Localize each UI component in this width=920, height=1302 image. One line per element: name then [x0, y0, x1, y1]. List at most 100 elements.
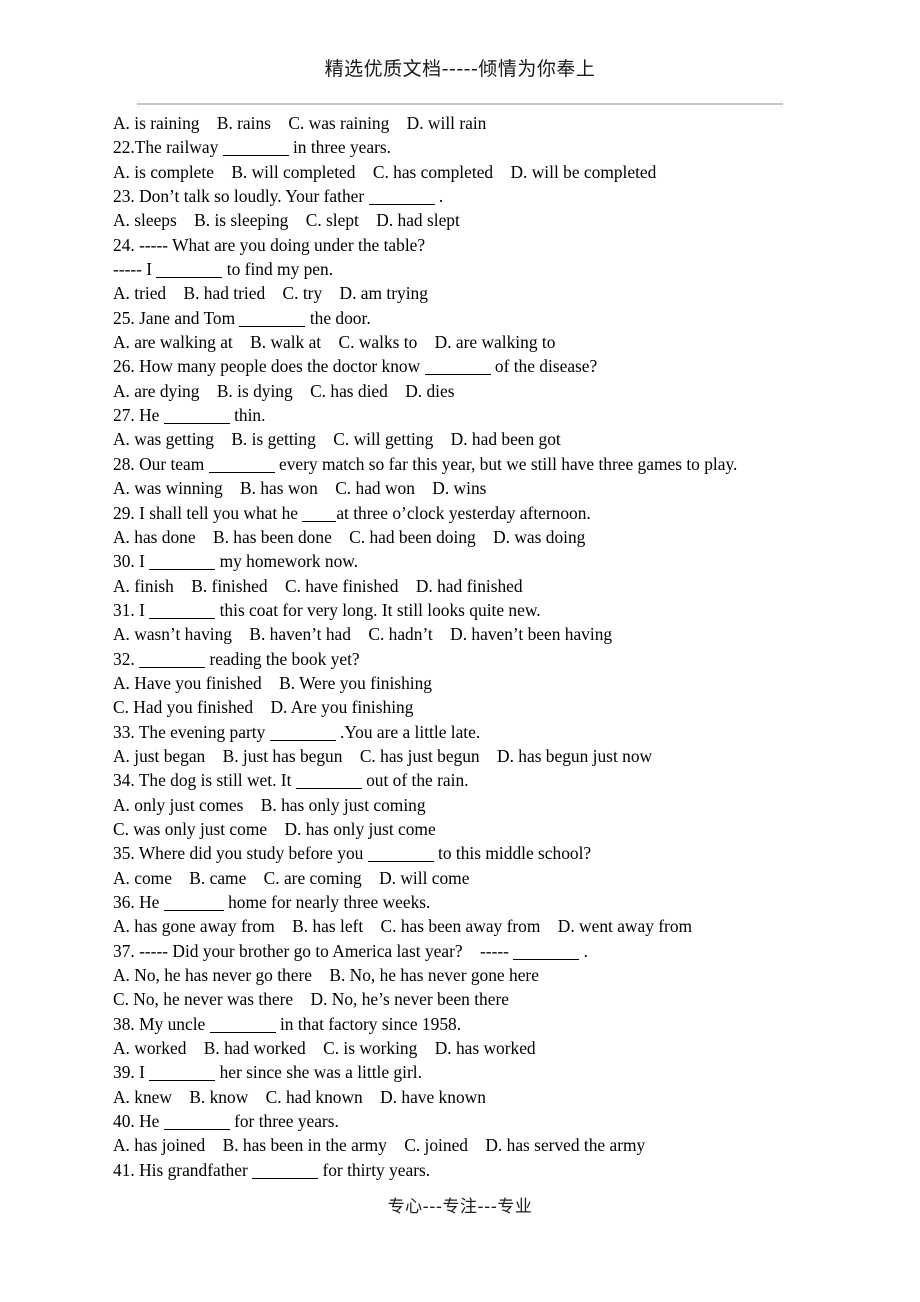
header-title: 精选优质文档-----倾情为你奉上 — [324, 58, 596, 80]
question-line: 27. He thin. — [113, 403, 903, 427]
line-text-post: her since she was a little girl. — [215, 1062, 422, 1083]
line-text-pre: A. Have you finished B. Were you finishi… — [113, 672, 432, 693]
option-line: A. are dying B. is dying C. has died D. … — [113, 379, 903, 403]
answer-blank[interactable] — [239, 325, 306, 327]
answer-blank[interactable] — [295, 788, 362, 790]
line-text-post: to find my pen. — [222, 259, 334, 280]
question-line: 29. I shall tell you what he at three o’… — [113, 501, 903, 525]
line-text-post: thin. — [229, 405, 266, 426]
answer-blank[interactable] — [209, 1031, 276, 1033]
line-text-pre: 25. Jane and Tom — [113, 307, 240, 328]
line-text-pre: A. sleeps B. is sleeping C. slept D. had… — [113, 210, 460, 231]
answer-blank[interactable] — [149, 569, 216, 571]
answer-blank[interactable] — [222, 155, 289, 157]
line-text-pre: ----- I — [113, 259, 157, 280]
line-text-pre: 28. Our team — [113, 453, 209, 474]
option-line: A. No, he has never go there B. No, he h… — [113, 963, 903, 987]
line-text-pre: A. only just comes B. has only just comi… — [113, 794, 426, 815]
question-line: 38. My uncle in that factory since 1958. — [113, 1012, 903, 1036]
line-text-post: home for nearly three weeks. — [223, 892, 431, 912]
line-text-pre: 32. — [113, 648, 140, 669]
question-line: 39. I her since she was a little girl. — [113, 1060, 903, 1084]
line-text-post: the door. — [305, 307, 371, 328]
answer-blank[interactable] — [163, 1129, 230, 1131]
line-text-pre: 35. Where did you study before you — [113, 843, 368, 864]
line-text-pre: 30. I — [113, 551, 150, 572]
option-line: A. has joined B. has been in the army C.… — [113, 1133, 903, 1157]
answer-blank[interactable] — [513, 958, 580, 960]
answer-blank[interactable] — [163, 910, 224, 911]
line-text-pre: A. knew B. know C. had known D. have kno… — [113, 1086, 486, 1107]
answer-blank[interactable] — [302, 520, 337, 522]
line-text-post: .You are a little late. — [335, 721, 481, 742]
line-text-pre: C. Had you finished D. Are you finishing — [113, 697, 414, 718]
question-line: ----- I to find my pen. — [113, 257, 903, 281]
line-text-pre: A. tried B. had tried C. try D. am tryin… — [113, 283, 428, 304]
option-line: A. has done B. has been done C. had been… — [113, 525, 903, 549]
question-line: 31. I this coat for very long. It still … — [113, 598, 903, 622]
answer-blank[interactable] — [368, 204, 435, 206]
line-text-pre: A. are walking at B. walk at C. walks to… — [113, 332, 556, 353]
line-text-pre: 38. My uncle — [113, 1013, 210, 1034]
line-text-pre: A. was winning B. has won C. had won D. … — [113, 478, 487, 499]
question-line: 26. How many people does the doctor know… — [113, 354, 903, 378]
line-text-pre: A. finish B. finished C. have finished D… — [113, 575, 523, 596]
line-text-pre: 39. I — [113, 1062, 150, 1083]
line-text-post: in three years. — [288, 137, 391, 158]
answer-blank[interactable] — [139, 666, 206, 668]
answer-blank[interactable] — [163, 423, 230, 425]
line-text-pre: A. No, he has never go there B. No, he h… — [113, 965, 539, 986]
line-text-pre: 41. His grandfather — [113, 1159, 253, 1180]
option-line: A. tried B. had tried C. try D. am tryin… — [113, 281, 903, 305]
document-body: A. is raining B. rains C. was raining D.… — [113, 111, 903, 1182]
line-text-pre: A. wasn’t having B. haven’t had C. hadn’… — [113, 624, 613, 645]
line-text-pre: A. has gone away from B. has left C. has… — [113, 916, 693, 937]
line-text-post: for three years. — [229, 1111, 339, 1132]
line-text-pre: 34. The dog is still wet. It — [113, 770, 296, 791]
line-text-pre: 29. I shall tell you what he — [113, 502, 303, 523]
line-text-pre: A. has done B. has been done C. had been… — [113, 526, 586, 547]
question-line: 41. His grandfather for thirty years. — [113, 1158, 903, 1182]
line-text-post: out of the rain. — [361, 770, 469, 791]
line-text-post: every match so far this year, but we sti… — [274, 453, 738, 474]
line-text-pre: 33. The evening party — [113, 721, 270, 742]
answer-blank[interactable] — [424, 374, 491, 376]
line-text-pre: A. is complete B. will completed C. has … — [113, 161, 657, 182]
option-line: A. was winning B. has won C. had won D. … — [113, 476, 903, 500]
option-line: A. Have you finished B. Were you finishi… — [113, 671, 903, 695]
answer-blank[interactable] — [269, 739, 336, 741]
footer-slogan: 专心---专注---专业 — [387, 1197, 533, 1217]
answer-blank[interactable] — [149, 617, 216, 619]
question-line: 25. Jane and Tom the door. — [113, 306, 903, 330]
question-line: 33. The evening party .You are a little … — [113, 720, 903, 744]
answer-blank[interactable] — [367, 861, 434, 863]
question-line: 40. He for three years. — [113, 1109, 903, 1133]
option-line: A. is raining B. rains C. was raining D.… — [113, 111, 903, 135]
question-line: 24. ----- What are you doing under the t… — [113, 233, 903, 257]
line-text-post: of the disease? — [490, 356, 598, 377]
line-text-pre: 27. He — [113, 405, 164, 426]
line-text-post: . — [579, 940, 589, 961]
line-text-pre: A. just began B. just has begun C. has j… — [113, 745, 653, 766]
question-line: 23. Don’t talk so loudly. Your father . — [113, 184, 903, 208]
answer-blank[interactable] — [149, 1080, 216, 1082]
answer-blank[interactable] — [156, 277, 223, 279]
line-text-pre: A. was getting B. is getting C. will get… — [113, 429, 561, 450]
line-text-pre: 40. He — [113, 1111, 164, 1132]
answer-blank[interactable] — [208, 471, 275, 473]
question-line: 37. ----- Did your brother go to America… — [113, 939, 903, 963]
question-line: 30. I my homework now. — [113, 549, 903, 573]
line-text-pre: 22.The railway — [113, 137, 223, 158]
document-footer: 专心---专注---专业 — [0, 1192, 920, 1217]
line-text-pre: 36. He — [113, 892, 164, 912]
answer-blank[interactable] — [252, 1177, 319, 1179]
line-text-post: . — [434, 186, 444, 207]
option-line: A. come B. came C. are coming D. will co… — [113, 866, 903, 890]
option-line: A. is complete B. will completed C. has … — [113, 160, 903, 184]
line-text-pre: A. is raining B. rains C. was raining D.… — [113, 113, 487, 133]
header-divider — [137, 103, 783, 105]
line-text-post: for thirty years. — [318, 1159, 431, 1180]
question-line: 28. Our team every match so far this yea… — [113, 452, 903, 476]
question-line: 36. He home for nearly three weeks. — [113, 890, 903, 914]
option-line: A. just began B. just has begun C. has j… — [113, 744, 903, 768]
